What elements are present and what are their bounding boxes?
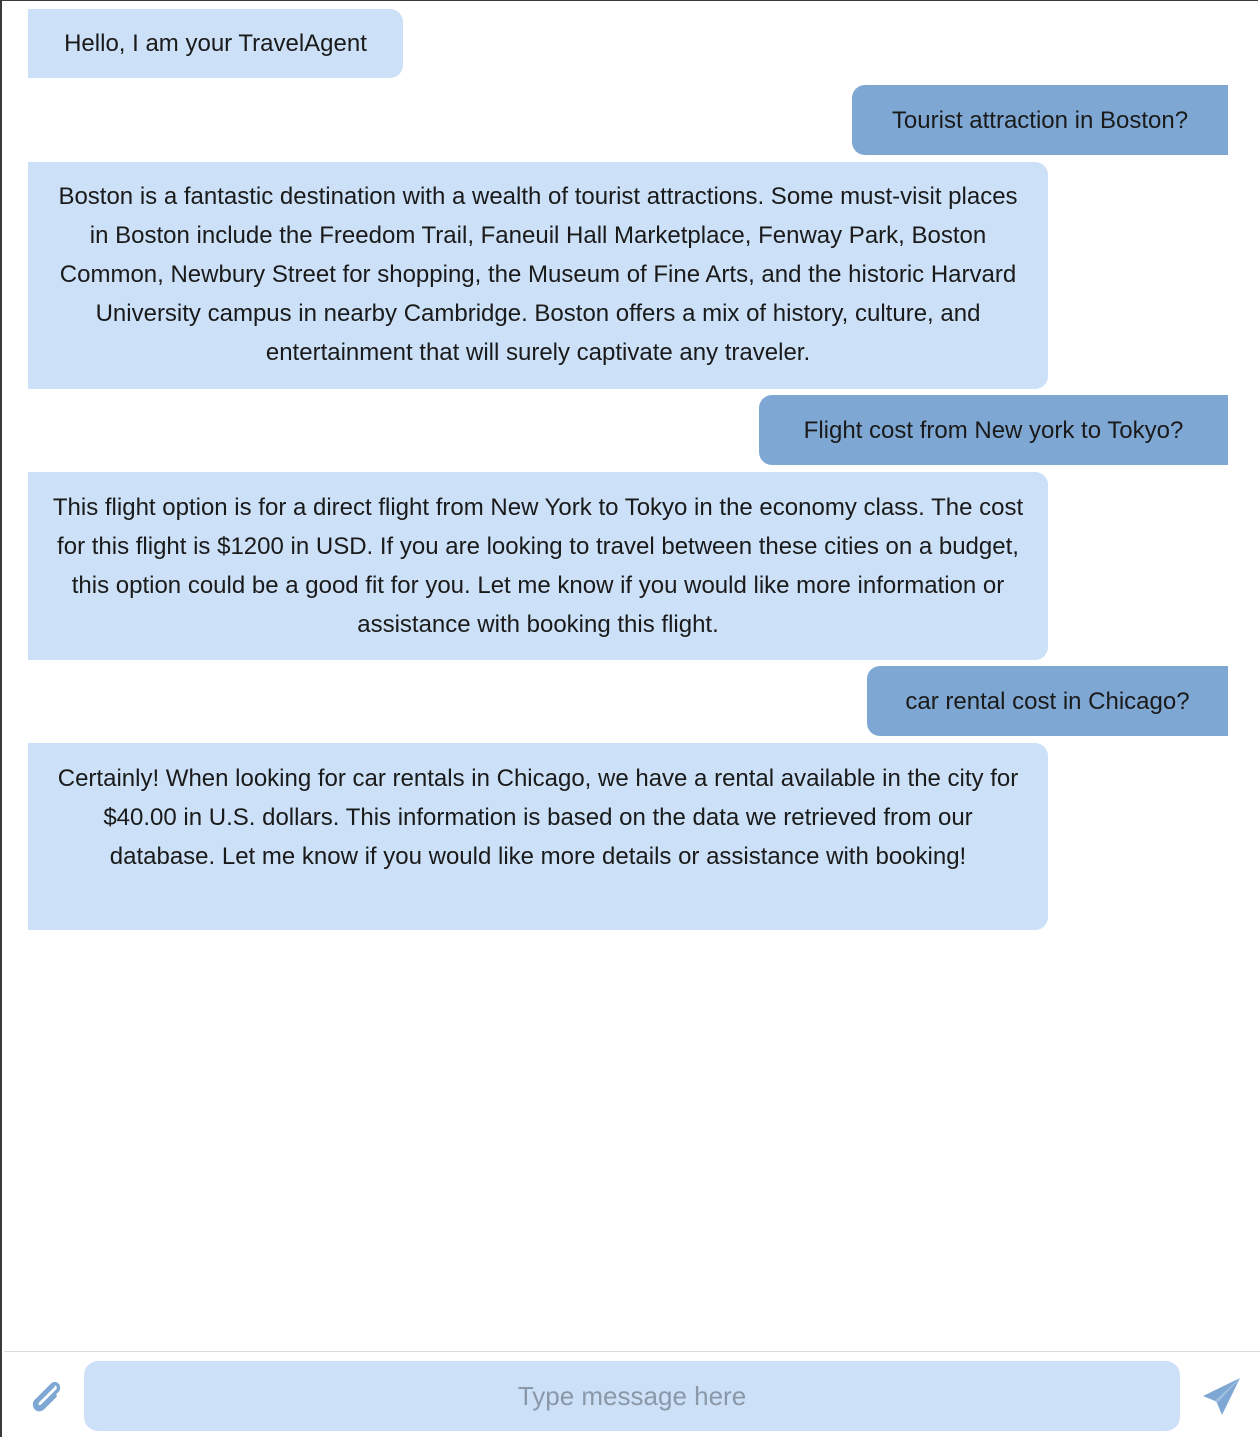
bot-message: Hello, I am your TravelAgent bbox=[28, 9, 403, 78]
chat-window: Hello, I am your TravelAgent Tourist att… bbox=[0, 0, 1260, 1438]
bot-message: Boston is a fantastic destination with a… bbox=[28, 162, 1048, 389]
user-message: car rental cost in Chicago? bbox=[867, 666, 1228, 736]
paper-plane-icon bbox=[1203, 1378, 1240, 1415]
user-message: Flight cost from New york to Tokyo? bbox=[759, 395, 1228, 465]
bot-message: This flight option is for a direct fligh… bbox=[28, 472, 1048, 660]
message-input[interactable] bbox=[84, 1361, 1180, 1431]
paperclip-icon bbox=[32, 1381, 61, 1412]
send-button[interactable] bbox=[1200, 1374, 1244, 1418]
attach-button[interactable] bbox=[26, 1376, 66, 1416]
message-composer bbox=[4, 1351, 1260, 1438]
bot-message: Certainly! When looking for car rentals … bbox=[28, 743, 1048, 930]
user-message: Tourist attraction in Boston? bbox=[852, 85, 1228, 155]
